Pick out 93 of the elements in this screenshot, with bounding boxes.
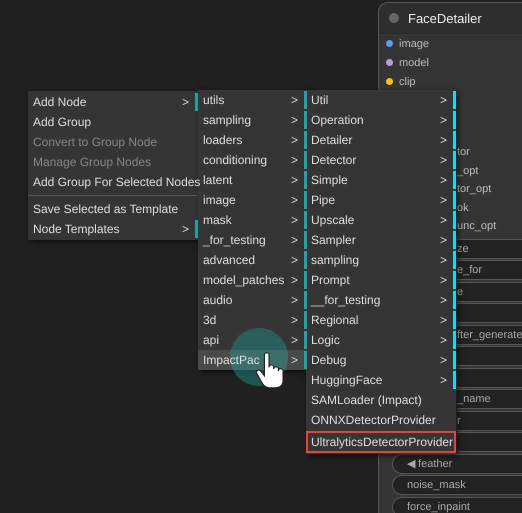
- input-label: _opt: [457, 164, 478, 179]
- submenu-arrow: >: [440, 333, 447, 347]
- submenu-arrow: >: [440, 93, 447, 107]
- submenu-arrow: >: [182, 95, 189, 109]
- submenu-arrow: >: [440, 373, 447, 387]
- menu-item[interactable]: Upscale >: [306, 210, 456, 230]
- widget-field[interactable]: r: [457, 410, 522, 430]
- submenu-arrow: >: [440, 173, 447, 187]
- widget-field[interactable]: e: [457, 282, 522, 302]
- submenu-arrow: >: [440, 253, 447, 267]
- menu-item[interactable]: Regional >: [306, 310, 456, 330]
- submenu-arrow: >: [290, 93, 298, 107]
- submenu-arrow: >: [440, 213, 447, 227]
- submenu-arrow: >: [290, 113, 298, 127]
- widget-field[interactable]: noise_mask: [392, 475, 522, 495]
- menu-item[interactable]: Pipe >: [306, 190, 456, 210]
- menu-item[interactable]: Save Selected as Template: [28, 199, 198, 219]
- menu-item[interactable]: advanced >: [198, 250, 307, 270]
- widget-field[interactable]: e_for: [457, 260, 522, 280]
- menu-item[interactable]: conditioning >: [198, 150, 307, 170]
- input-label: tor_opt: [457, 182, 492, 198]
- submenu-arrow: >: [290, 273, 298, 287]
- menu-item[interactable]: model_patches >: [198, 270, 307, 290]
- menu-item[interactable]: sampling >: [198, 110, 307, 130]
- menu-item[interactable]: Operation >: [306, 110, 456, 130]
- menu-item[interactable]: HuggingFace >: [306, 370, 456, 390]
- widget-field[interactable]: [457, 368, 522, 388]
- widget-field[interactable]: ze: [457, 238, 522, 258]
- menu-item[interactable]: sampling >: [306, 250, 456, 270]
- node-title: FaceDetailer: [408, 10, 482, 26]
- input-dot-icon[interactable]: [386, 78, 393, 85]
- input-label: ok: [457, 200, 469, 216]
- submenu-arrow: >: [290, 133, 298, 147]
- submenu-arrow: >: [440, 133, 447, 147]
- menu-item[interactable]: loaders >: [198, 130, 307, 150]
- submenu-arrow: >: [290, 153, 298, 167]
- widget-field[interactable]: fter_generate: [457, 324, 522, 344]
- submenu-arrow: >: [290, 193, 298, 207]
- menu-item[interactable]: Detector >: [306, 150, 456, 170]
- menu-item[interactable]: __for_testing >: [306, 290, 456, 310]
- menu-item[interactable]: _for_testing >: [198, 230, 307, 250]
- submenu-arrow: >: [290, 313, 298, 327]
- menu-item[interactable]: Add Group: [28, 112, 198, 132]
- menu-item[interactable]: Simple >: [306, 170, 456, 190]
- menu-item[interactable]: utils >: [198, 90, 307, 110]
- submenu-arrow: >: [182, 222, 189, 236]
- menu-item[interactable]: ImpactPac >: [198, 350, 307, 370]
- input-dot-icon[interactable]: [386, 59, 393, 66]
- menu-item[interactable]: api >: [198, 330, 307, 350]
- submenu-arrow: >: [440, 313, 447, 327]
- submenu-arrow: >: [290, 333, 298, 347]
- menu-item[interactable]: ONNXDetectorProvider: [306, 410, 456, 430]
- submenu-arrow: >: [440, 273, 447, 287]
- input-label: model: [399, 56, 429, 68]
- menu-item[interactable]: Sampler >: [306, 230, 456, 250]
- widget-field[interactable]: _name: [457, 389, 522, 409]
- menu-item[interactable]: Add Group For Selected Nodes: [28, 172, 198, 192]
- menu-item[interactable]: UltralyticsDetectorProvider: [306, 431, 456, 453]
- menu-item[interactable]: SAMLoader (Impact): [306, 390, 456, 410]
- menu-item[interactable]: image >: [198, 190, 307, 210]
- input-label: tor: [457, 145, 470, 160]
- input-dot-icon[interactable]: [386, 40, 393, 47]
- submenu-arrow: >: [440, 293, 447, 307]
- widget-field[interactable]: ◀ feather: [392, 454, 522, 474]
- menu-item[interactable]: Debug >: [306, 350, 456, 370]
- widget-field[interactable]: force_inpaint: [392, 496, 522, 513]
- menu-item[interactable]: Logic >: [306, 330, 456, 350]
- menu-item[interactable]: mask >: [198, 210, 307, 230]
- menu-item[interactable]: audio >: [198, 290, 307, 310]
- submenu-arrow: >: [290, 253, 298, 267]
- submenu-arrow: >: [290, 353, 298, 367]
- submenu-arrow: >: [290, 233, 298, 247]
- input-label: image: [399, 38, 429, 50]
- widget-field[interactable]: [457, 346, 522, 366]
- submenu-arrow: >: [440, 193, 447, 207]
- submenu-arrow: >: [440, 233, 447, 247]
- submenu-arrow: >: [290, 173, 298, 187]
- submenu-arrow: >: [290, 213, 298, 227]
- menu-item[interactable]: Node Templates >: [28, 219, 198, 239]
- node-dot-icon: [389, 13, 399, 23]
- menu-item[interactable]: 3d >: [198, 310, 307, 330]
- submenu-arrow: >: [290, 293, 298, 307]
- menu-item[interactable]: Add Node >: [28, 92, 198, 112]
- menu-item[interactable]: Detailer >: [306, 130, 456, 150]
- input-label: unc_opt: [457, 219, 496, 234]
- submenu-arrow: >: [440, 153, 447, 167]
- widget-field[interactable]: [457, 303, 522, 323]
- menu-item[interactable]: Prompt >: [306, 270, 456, 290]
- widget-field[interactable]: [457, 432, 522, 452]
- input-label: clip: [399, 76, 416, 88]
- menu-item[interactable]: Util >: [306, 90, 456, 110]
- submenu-arrow: >: [440, 113, 447, 127]
- submenu-arrow: >: [440, 353, 447, 367]
